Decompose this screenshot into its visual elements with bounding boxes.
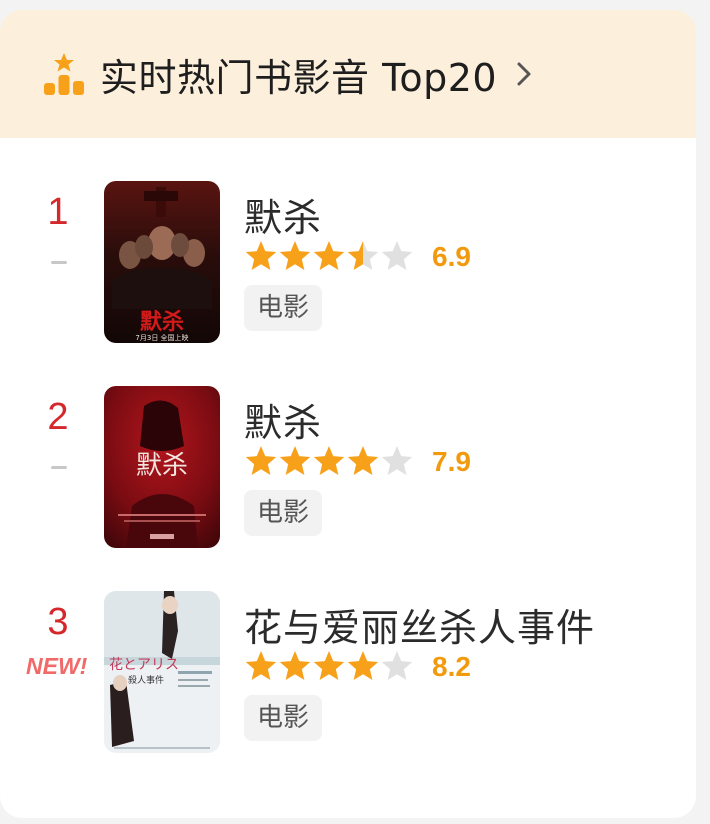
poster-image[interactable]: 花とアリス 殺人事件: [104, 591, 220, 753]
rank-unchanged-indicator: [51, 261, 67, 264]
star-5: [381, 241, 413, 270]
ranking-podium-icon: [44, 53, 84, 95]
poster-subtitle-text: 殺人事件: [128, 674, 164, 686]
star-5: [381, 651, 413, 680]
list-item[interactable]: 3 NEW! 花とアリス 殺人事件 花与爱丽丝杀人事件 8.2 电影: [0, 591, 696, 755]
list-item[interactable]: 1 默杀 7月3日 全国上映 默杀 6.9 电影: [0, 181, 696, 345]
star-4: [347, 446, 379, 475]
rank-unchanged-indicator: [51, 466, 67, 469]
star-3: [313, 651, 345, 680]
item-title: 默杀: [244, 196, 323, 240]
star-rating-icon: [245, 651, 413, 680]
poster-title-text: 默杀: [136, 451, 188, 481]
star-1: [245, 241, 277, 270]
rank-number: 3: [47, 601, 69, 643]
item-score: 8.2: [432, 651, 471, 682]
star-rating-icon: [245, 241, 413, 270]
star-3: [313, 446, 345, 475]
poster-image[interactable]: 默杀: [104, 386, 220, 548]
poster-title-text: 花とアリス: [109, 657, 179, 673]
star-rating-icon: [245, 446, 413, 475]
chevron-right-icon[interactable]: [515, 61, 533, 87]
star-2: [279, 446, 311, 475]
poster-image[interactable]: 默杀 7月3日 全国上映: [104, 181, 220, 343]
star-3: [313, 241, 345, 270]
poster-caption-text: 7月3日 全国上映: [135, 333, 188, 342]
star-1: [245, 446, 277, 475]
rank-number: 1: [47, 191, 69, 233]
star-4: [347, 241, 379, 270]
star-5: [381, 446, 413, 475]
star-rating: [244, 444, 414, 480]
item-title: 花与爱丽丝杀人事件: [244, 606, 596, 650]
category-tag: 电影: [244, 695, 322, 741]
item-title: 默杀: [244, 401, 323, 445]
poster-title-text: 默杀: [140, 309, 184, 335]
star-1: [245, 651, 277, 680]
list-item[interactable]: 2 默杀 默杀 7.9 电影: [0, 386, 696, 550]
item-score: 6.9: [432, 241, 471, 272]
star-2: [279, 651, 311, 680]
rank-number: 2: [47, 396, 69, 438]
category-tag: 电影: [244, 490, 322, 536]
new-badge: NEW!: [26, 653, 88, 679]
star-rating: [244, 239, 414, 275]
category-tag: 电影: [244, 285, 322, 331]
hot-list-card: 实时热门书影音 Top20 1 默杀 7月3日 全国上映 默杀 6.9 电影 2…: [0, 10, 696, 818]
page-title: 实时热门书影音 Top20: [100, 55, 498, 100]
list-header[interactable]: 实时热门书影音 Top20: [0, 10, 696, 138]
item-score: 7.9: [432, 446, 471, 477]
star-rating: [244, 649, 414, 685]
star-2: [279, 241, 311, 270]
star-4: [347, 651, 379, 680]
